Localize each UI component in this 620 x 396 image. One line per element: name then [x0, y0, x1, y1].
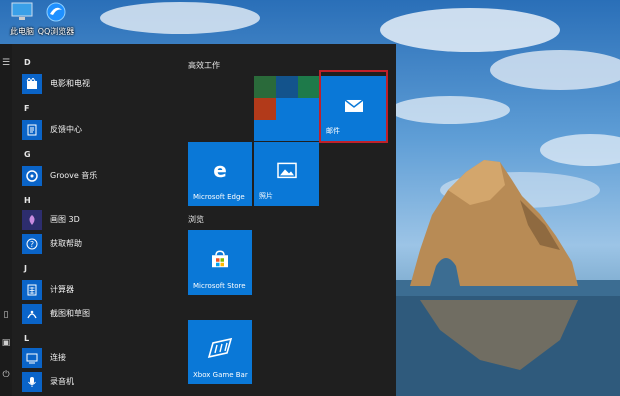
tile-microsoft-edge[interactable]: e Microsoft Edge [188, 142, 252, 206]
desktop-icon-qq-browser[interactable]: QQ浏览器 [26, 0, 86, 42]
start-rail: ☰ ▯ ▣ ⏻ [0, 44, 12, 396]
power-icon[interactable]: ⏻ [1, 370, 11, 380]
tile-mini-teal [298, 76, 319, 98]
store-icon [210, 249, 230, 272]
photos-icon [276, 162, 297, 182]
app-connect[interactable]: 连接 [22, 348, 172, 368]
tile-label: 照片 [259, 192, 273, 200]
section-header-d[interactable]: D [24, 58, 31, 67]
connect-icon [22, 348, 42, 368]
tile-photos[interactable]: 照片 [254, 142, 319, 206]
app-groove-music[interactable]: Groove 音乐 [22, 166, 172, 186]
microphone-icon [22, 372, 42, 392]
app-paint-3d[interactable]: 画图 3D [22, 210, 172, 230]
svg-text:?: ? [30, 240, 34, 249]
section-header-l[interactable]: L [24, 334, 29, 343]
hamburger-menu-icon[interactable]: ☰ [1, 58, 11, 68]
app-calculator[interactable]: 计算器 [22, 280, 172, 300]
mail-tile-highlight [319, 70, 388, 143]
section-header-f[interactable]: F [24, 104, 29, 113]
calculator-icon [22, 280, 42, 300]
app-get-help[interactable]: ? 获取帮助 [22, 234, 172, 254]
section-header-g[interactable]: G [24, 150, 31, 159]
xbox-game-bar-icon [207, 337, 233, 363]
app-movies-tv[interactable]: 电影和电视 [22, 74, 172, 94]
app-label: 连接 [50, 353, 66, 362]
desktop-icon-label: QQ浏览器 [37, 27, 75, 36]
section-header-h[interactable]: H [24, 196, 31, 205]
svg-text:e: e [213, 160, 227, 180]
group-title-productivity[interactable]: 高效工作 [188, 60, 220, 71]
qq-browser-icon [45, 2, 67, 22]
edge-icon: e [210, 158, 230, 184]
tile-mini-red [254, 98, 276, 120]
app-snip-sketch[interactable]: 截图和草图 [22, 304, 172, 324]
tile-mini-green [254, 76, 276, 98]
get-help-icon: ? [22, 234, 42, 254]
tile-label: Microsoft Edge [193, 193, 245, 201]
groove-icon [22, 166, 42, 186]
app-label: 电影和电视 [50, 79, 90, 88]
app-label: 计算器 [50, 285, 74, 294]
paint-3d-icon [22, 210, 42, 230]
document-icon[interactable]: ▯ [1, 310, 11, 320]
section-header-j[interactable]: J [24, 264, 27, 273]
app-label: 录音机 [50, 377, 74, 386]
photos-icon[interactable]: ▣ [1, 338, 11, 348]
group-title-browse[interactable]: 浏览 [188, 214, 204, 225]
tile-office-collection[interactable] [254, 76, 319, 141]
film-icon [22, 74, 42, 94]
app-voice-recorder[interactable]: 录音机 [22, 372, 172, 392]
app-label: 画图 3D [50, 215, 80, 224]
app-label: 反馈中心 [50, 125, 82, 134]
snip-icon [22, 304, 42, 324]
app-label: Groove 音乐 [50, 171, 98, 180]
tile-label: Microsoft Store [193, 282, 246, 290]
app-label: 截图和草图 [50, 309, 90, 318]
app-feedback-hub[interactable]: 反馈中心 [22, 120, 172, 140]
app-label: 获取帮助 [50, 239, 82, 248]
tile-mini-blue [276, 76, 298, 98]
tile-label: Xbox Game Bar [193, 371, 248, 379]
feedback-icon [22, 120, 42, 140]
tile-xbox-game-bar[interactable]: Xbox Game Bar [188, 320, 252, 384]
tile-microsoft-store[interactable]: Microsoft Store [188, 230, 252, 295]
